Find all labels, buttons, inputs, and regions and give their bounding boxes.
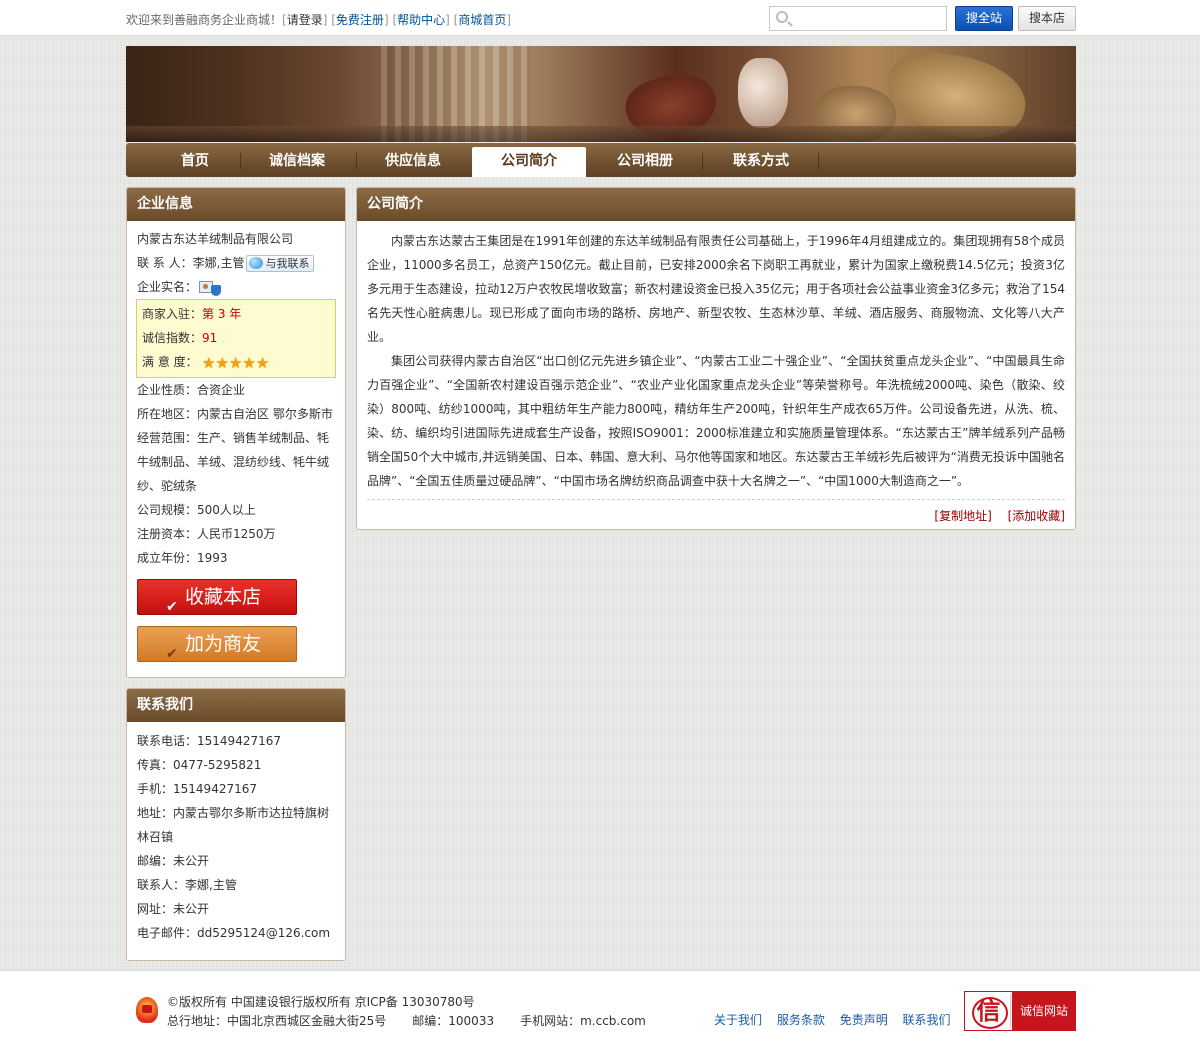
company-intro-panel: 公司简介 内蒙古东达蒙古王集团是在1991年创建的东达羊绒制品有限责任公司基础上… bbox=[356, 187, 1076, 530]
contact-phone-row: 联系电话：15149427167 bbox=[137, 734, 281, 748]
contact-fax: 0477-5295821 bbox=[173, 758, 262, 772]
contact-person-name: 李娜,主管 bbox=[185, 878, 237, 892]
add-friend-button[interactable]: ✔ 加为商友 bbox=[137, 625, 297, 662]
trust-badge-text: 诚信网站 bbox=[1012, 992, 1076, 1030]
nav-supply-info[interactable]: 供应信息 bbox=[356, 147, 470, 177]
contact-mobile: 15149427167 bbox=[173, 782, 257, 796]
contact-phone: 15149427167 bbox=[197, 734, 281, 748]
enterprise-nature: 合资企业 bbox=[197, 382, 246, 397]
chat-bubble-icon bbox=[249, 257, 264, 269]
check-icon: ✔ bbox=[166, 598, 178, 615]
contact-postcode: 未公开 bbox=[173, 854, 210, 868]
contact-us-panel: 联系我们 联系电话：15149427167 传真：0477-5295821 手机… bbox=[126, 688, 346, 961]
footer-address: 总行地址：中国北京西城区金融大街25号 bbox=[167, 1014, 387, 1028]
nav-company-intro[interactable]: 公司简介 bbox=[472, 147, 586, 177]
enterprise-info-heading: 企业信息 bbox=[127, 188, 345, 221]
contact-address-row: 地址：内蒙古鄂尔多斯市达拉特旗树林召镇 bbox=[137, 806, 330, 844]
top-bar: 欢迎来到善融商务企业商城！[请登录] [免费注册] [帮助中心] [商城首页] … bbox=[0, 0, 1200, 36]
credit-index: 91 bbox=[202, 331, 218, 345]
registered-capital: 人民币1250万 bbox=[197, 526, 276, 541]
contact-me-button[interactable]: 与我联系 bbox=[246, 255, 315, 272]
check-icon: ✔ bbox=[166, 645, 178, 662]
enterprise-info-panel: 企业信息 内蒙古东达羊绒制品有限公司 联 系 人：李娜,主管 与我联系 企业实名：… bbox=[126, 187, 346, 678]
founded-year: 1993 bbox=[197, 550, 228, 565]
search-input[interactable] bbox=[794, 9, 942, 28]
credit-box: 商家入驻：第 3 年 诚信指数：91 满 意 度： ★★★★★ bbox=[136, 299, 336, 378]
footer: ©版权所有 中国建设银行版权所有 京ICP备 13030780号 总行地址：中国… bbox=[0, 970, 1200, 1061]
footer-links: 关于我们 服务条款 免责声明 联系我们 bbox=[714, 1011, 962, 1028]
contact-person-row: 联 系 人：李娜,主管 与我联系 bbox=[137, 251, 335, 275]
contact-postcode-row: 邮编：未公开 bbox=[137, 854, 210, 868]
scope-row: 经营范围：生产、销售羊绒制品、牦牛绒制品、羊绒、混纺纱线、牦牛绒纱、驼绒条 bbox=[137, 430, 330, 493]
footer-postcode: 邮编：100033 bbox=[412, 1014, 495, 1028]
shop-nav: 首页 诚信档案 供应信息 公司简介 公司相册 联系方式 bbox=[126, 143, 1076, 177]
nav-company-album[interactable]: 公司相册 bbox=[588, 147, 702, 177]
company-intro-heading: 公司简介 bbox=[357, 188, 1075, 221]
search-box[interactable] bbox=[769, 6, 947, 31]
footer-copyright: ©版权所有 中国建设银行版权所有 京ICP备 13030780号 bbox=[167, 995, 475, 1009]
contact-person-row: 联系人：李娜,主管 bbox=[137, 878, 237, 892]
login-link[interactable]: 请登录 bbox=[287, 13, 323, 27]
contact-website: 未公开 bbox=[173, 902, 210, 916]
favorite-shop-button[interactable]: ✔ 收藏本店 bbox=[137, 578, 297, 615]
trust-seal-icon: 信 bbox=[967, 994, 1011, 1029]
contact-email-row: 电子邮件：dd5295124@126.com bbox=[137, 926, 331, 940]
footer-link-about[interactable]: 关于我们 bbox=[714, 1013, 762, 1027]
nav-home[interactable]: 首页 bbox=[138, 147, 252, 177]
intro-paragraph: 集团公司获得内蒙古自治区“出口创亿元先进乡镇企业”、“内蒙古工业二十强企业”、“… bbox=[367, 354, 1065, 488]
contact-us-heading: 联系我们 bbox=[127, 689, 345, 722]
police-emblem-icon bbox=[136, 997, 158, 1023]
divider bbox=[367, 499, 1065, 500]
search-site-button[interactable]: 搜全站 bbox=[955, 6, 1013, 31]
welcome-bar: 欢迎来到善融商务企业商城！[请登录] [免费注册] [帮助中心] [商城首页] bbox=[126, 13, 512, 27]
shop-banner bbox=[126, 46, 1076, 142]
intro-paragraph: 内蒙古东达蒙古王集团是在1991年创建的东达羊绒制品有限责任公司基础上，于199… bbox=[367, 234, 1065, 344]
contact-email: dd5295124@126.com bbox=[197, 926, 331, 940]
contact-website-row: 网址：未公开 bbox=[137, 902, 210, 916]
contact-fax-row: 传真：0477-5295821 bbox=[137, 758, 262, 772]
realname-row: 企业实名： bbox=[137, 275, 335, 299]
banner-teapot bbox=[738, 58, 788, 128]
company-name: 内蒙古东达羊绒制品有限公司 bbox=[137, 232, 294, 246]
footer-link-terms[interactable]: 服务条款 bbox=[777, 1013, 825, 1027]
mall-home-link[interactable]: 商城首页 bbox=[458, 13, 506, 27]
footer-link-disclaimer[interactable]: 免责声明 bbox=[840, 1013, 888, 1027]
nav-credit-file[interactable]: 诚信档案 bbox=[240, 147, 354, 177]
trusted-site-badge[interactable]: 信 诚信网站 bbox=[964, 991, 1076, 1031]
welcome-text: 欢迎来到善融商务企业商城！ bbox=[126, 13, 283, 27]
help-link[interactable]: 帮助中心 bbox=[397, 13, 445, 27]
intro-actions: [复制地址] [添加收藏] bbox=[367, 507, 1065, 524]
realname-verified-icon bbox=[199, 280, 222, 296]
region-row: 所在地区：内蒙古自治区 鄂尔多斯市 bbox=[137, 406, 333, 421]
footer-mobile-site: 手机网站：m.ccb.com bbox=[520, 1014, 646, 1028]
founded-row: 成立年份：1993 bbox=[137, 550, 228, 565]
satisfaction-stars-icon: ★★★★★ bbox=[202, 353, 270, 372]
add-favorite-link[interactable]: [添加收藏] bbox=[1008, 509, 1065, 523]
register-link[interactable]: 免费注册 bbox=[336, 13, 384, 27]
nav-contact[interactable]: 联系方式 bbox=[704, 147, 818, 177]
footer-address-line: 总行地址：中国北京西城区金融大街25号 邮编：100033 手机网站：m.ccb.c… bbox=[167, 1012, 672, 1029]
nature-row: 企业性质：合资企业 bbox=[137, 382, 246, 397]
company-scale: 500人以上 bbox=[197, 502, 256, 517]
contact-person: 李娜,主管 bbox=[192, 256, 245, 270]
capital-row: 注册资本：人民币1250万 bbox=[137, 526, 276, 541]
enterprise-region: 内蒙古自治区 鄂尔多斯市 bbox=[197, 406, 333, 421]
footer-link-contact[interactable]: 联系我们 bbox=[903, 1013, 951, 1027]
scale-row: 公司规模：500人以上 bbox=[137, 502, 256, 517]
settled-years: 第 3 年 bbox=[202, 307, 242, 321]
search-shop-button[interactable]: 搜本店 bbox=[1018, 6, 1076, 31]
search-icon bbox=[776, 11, 788, 23]
contact-mobile-row: 手机：15149427167 bbox=[137, 782, 257, 796]
copy-address-link[interactable]: [复制地址] bbox=[934, 509, 991, 523]
